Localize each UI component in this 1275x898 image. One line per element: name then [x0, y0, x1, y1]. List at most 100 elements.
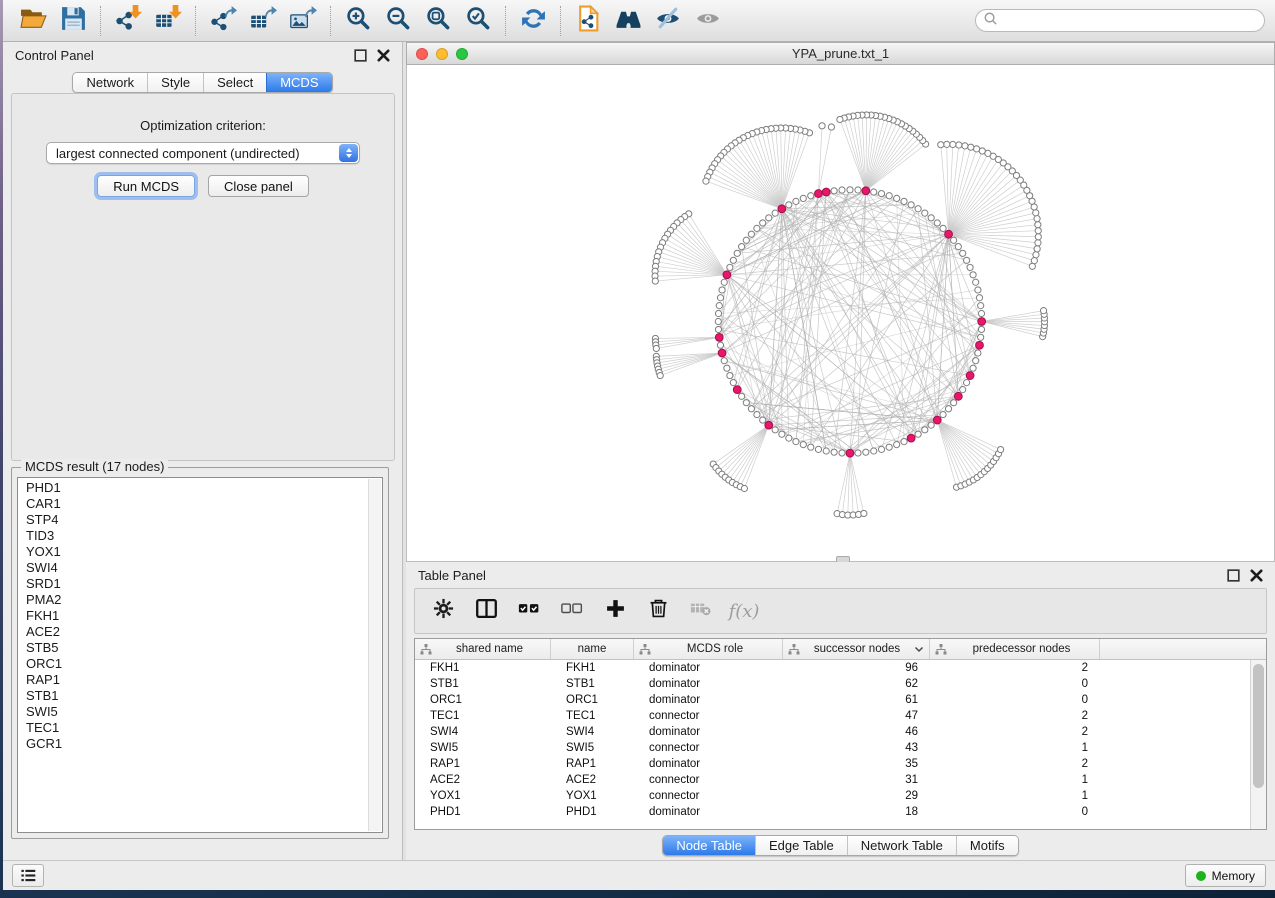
search-box[interactable]: [975, 9, 1265, 32]
cell-predecessor-nodes[interactable]: 0: [930, 678, 1100, 690]
close-table-panel-icon[interactable]: [1250, 569, 1263, 582]
mcds-result-item[interactable]: ACE2: [26, 624, 366, 640]
table-scrollbar-thumb[interactable]: [1253, 664, 1264, 788]
table-row[interactable]: TEC1TEC1connector472: [415, 708, 1250, 724]
table-row[interactable]: FKH1FKH1dominator962: [415, 660, 1250, 676]
table-row[interactable]: SWI5SWI5connector431: [415, 740, 1250, 756]
column-header-successor-nodes[interactable]: successor nodes: [783, 639, 930, 659]
table-toolbar-add-column[interactable]: [601, 597, 629, 625]
cell-MCDS-role[interactable]: dominator: [634, 678, 783, 690]
cell-successor-nodes[interactable]: 35: [783, 758, 930, 770]
memory-button[interactable]: Memory: [1185, 864, 1266, 887]
cell-shared-name[interactable]: SWI5: [415, 742, 551, 754]
cell-predecessor-nodes[interactable]: 2: [930, 726, 1100, 738]
mcds-result-item[interactable]: SRD1: [26, 576, 366, 592]
sort-chevron-icon[interactable]: [914, 646, 924, 653]
table-toolbar-table-settings[interactable]: [429, 597, 457, 625]
tab-style[interactable]: Style: [147, 73, 203, 92]
mcds-result-item[interactable]: TID3: [26, 528, 366, 544]
table-row[interactable]: SWI4SWI4dominator462: [415, 724, 1250, 740]
mcds-result-item[interactable]: STP4: [26, 512, 366, 528]
toolbar-button-export-image[interactable]: [283, 3, 323, 39]
cell-name[interactable]: STB1: [551, 678, 634, 690]
table-row[interactable]: STB1STB1dominator620: [415, 676, 1250, 692]
mcds-result-item[interactable]: STB1: [26, 688, 366, 704]
mcds-result-item[interactable]: STB5: [26, 640, 366, 656]
cell-predecessor-nodes[interactable]: 2: [930, 758, 1100, 770]
tab-edge-table[interactable]: Edge Table: [755, 836, 847, 855]
tab-node-table[interactable]: Node Table: [663, 836, 755, 855]
table-toolbar-split-panel[interactable]: [472, 597, 500, 625]
cell-MCDS-role[interactable]: dominator: [634, 806, 783, 818]
cell-name[interactable]: ORC1: [551, 694, 634, 706]
cell-predecessor-nodes[interactable]: 1: [930, 774, 1100, 786]
network-graph[interactable]: [407, 65, 1274, 561]
run-mcds-button[interactable]: Run MCDS: [97, 175, 195, 197]
cell-MCDS-role[interactable]: connector: [634, 710, 783, 722]
tab-mcds[interactable]: MCDS: [266, 73, 331, 92]
table-toolbar-delete-column[interactable]: [644, 597, 672, 625]
tab-network-table[interactable]: Network Table: [847, 836, 956, 855]
toolbar-button-open-session[interactable]: [13, 3, 53, 39]
cell-name[interactable]: SWI5: [551, 742, 634, 754]
cell-shared-name[interactable]: STB1: [415, 678, 551, 690]
mcds-result-item[interactable]: CAR1: [26, 496, 366, 512]
table-toolbar-select-all-rows[interactable]: [515, 597, 543, 625]
cell-predecessor-nodes[interactable]: 0: [930, 694, 1100, 706]
window-minimize-light[interactable]: [436, 48, 448, 60]
cell-successor-nodes[interactable]: 46: [783, 726, 930, 738]
cell-successor-nodes[interactable]: 47: [783, 710, 930, 722]
table-row[interactable]: YOX1YOX1connector291: [415, 788, 1250, 804]
toolbar-button-zoom-in[interactable]: [338, 3, 378, 39]
window-zoom-light[interactable]: [456, 48, 468, 60]
criterion-dropdown[interactable]: largest connected component (undirected): [46, 142, 360, 164]
cell-shared-name[interactable]: FKH1: [415, 662, 551, 674]
toolbar-button-export-network[interactable]: [203, 3, 243, 39]
mcds-result-item[interactable]: SWI5: [26, 704, 366, 720]
float-panel-icon[interactable]: [354, 49, 367, 62]
result-scrollbar[interactable]: [368, 479, 381, 831]
cell-name[interactable]: TEC1: [551, 710, 634, 722]
cell-predecessor-nodes[interactable]: 0: [930, 806, 1100, 818]
cell-successor-nodes[interactable]: 62: [783, 678, 930, 690]
mcds-result-item[interactable]: ORC1: [26, 656, 366, 672]
column-header-predecessor-nodes[interactable]: predecessor nodes: [930, 639, 1100, 659]
toolbar-button-import-network[interactable]: [108, 3, 148, 39]
toolbar-button-refresh-layout[interactable]: [513, 3, 553, 39]
cell-name[interactable]: PHD1: [551, 806, 634, 818]
tab-motifs[interactable]: Motifs: [956, 836, 1018, 855]
mcds-result-listbox[interactable]: PHD1CAR1STP4TID3YOX1SWI4SRD1PMA2FKH1ACE2…: [17, 477, 383, 833]
toolbar-button-zoom-selected[interactable]: [458, 3, 498, 39]
cell-successor-nodes[interactable]: 61: [783, 694, 930, 706]
tab-network[interactable]: Network: [73, 73, 147, 92]
window-close-light[interactable]: [416, 48, 428, 60]
mcds-result-item[interactable]: PMA2: [26, 592, 366, 608]
cell-successor-nodes[interactable]: 96: [783, 662, 930, 674]
table-row[interactable]: ORC1ORC1dominator610: [415, 692, 1250, 708]
mcds-result-item[interactable]: SWI4: [26, 560, 366, 576]
cell-MCDS-role[interactable]: connector: [634, 790, 783, 802]
cell-MCDS-role[interactable]: dominator: [634, 694, 783, 706]
toolbar-button-save-session[interactable]: [53, 3, 93, 39]
cell-successor-nodes[interactable]: 31: [783, 774, 930, 786]
cell-MCDS-role[interactable]: dominator: [634, 662, 783, 674]
table-row[interactable]: RAP1RAP1dominator352: [415, 756, 1250, 772]
mcds-result-item[interactable]: PHD1: [26, 480, 366, 496]
cell-name[interactable]: RAP1: [551, 758, 634, 770]
mcds-result-item[interactable]: TEC1: [26, 720, 366, 736]
cell-predecessor-nodes[interactable]: 2: [930, 710, 1100, 722]
cell-shared-name[interactable]: ORC1: [415, 694, 551, 706]
cell-MCDS-role[interactable]: connector: [634, 742, 783, 754]
cell-name[interactable]: ACE2: [551, 774, 634, 786]
cell-successor-nodes[interactable]: 29: [783, 790, 930, 802]
mcds-result-item[interactable]: RAP1: [26, 672, 366, 688]
toolbar-button-first-neighbors[interactable]: [608, 3, 648, 39]
toolbar-button-show-all[interactable]: [688, 3, 728, 39]
cell-predecessor-nodes[interactable]: 1: [930, 742, 1100, 754]
toolbar-button-zoom-fit[interactable]: [418, 3, 458, 39]
column-header-MCDS-role[interactable]: MCDS role: [634, 639, 783, 659]
task-history-button[interactable]: [12, 864, 44, 887]
toolbar-button-hide-selected[interactable]: [648, 3, 688, 39]
mcds-result-item[interactable]: FKH1: [26, 608, 366, 624]
cell-successor-nodes[interactable]: 43: [783, 742, 930, 754]
